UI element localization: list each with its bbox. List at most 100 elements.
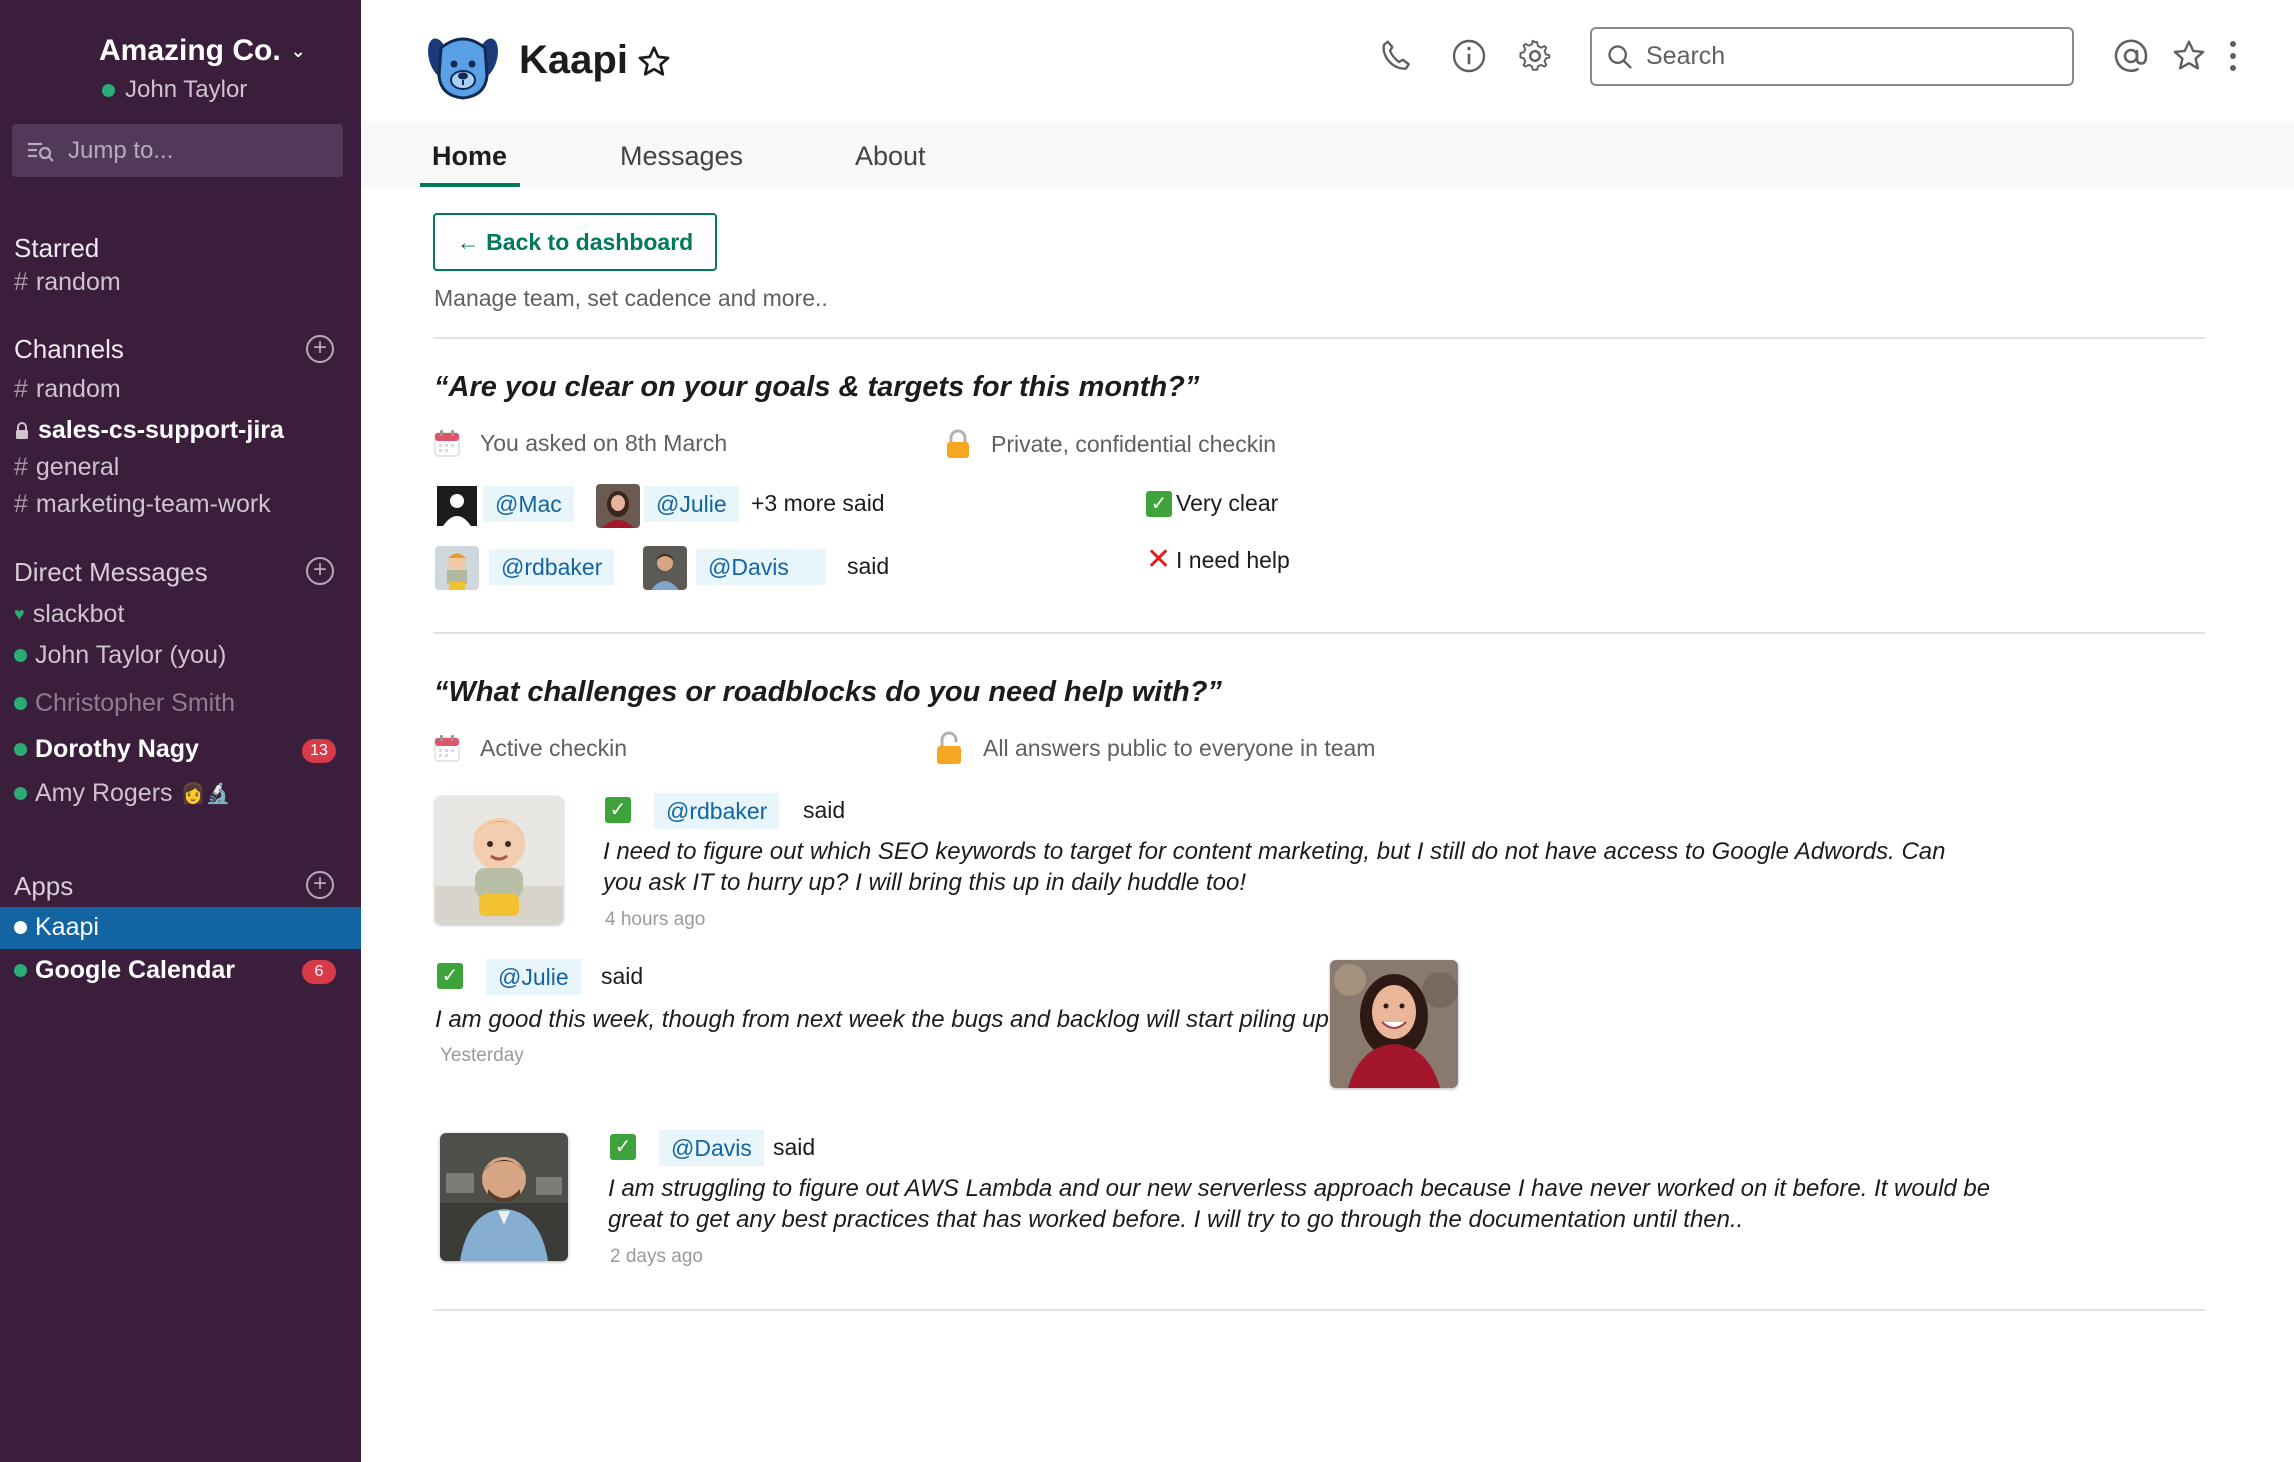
star-icon[interactable] bbox=[636, 44, 672, 80]
mention-rdbaker[interactable]: @rdbaker bbox=[489, 549, 615, 585]
dm-label: Dorothy Nagy bbox=[35, 735, 199, 763]
starred-item-random[interactable]: # random bbox=[14, 268, 121, 297]
dm-item-slackbot[interactable]: ♥ slackbot bbox=[14, 600, 124, 629]
response-text-line: great to get any best practices that has… bbox=[608, 1206, 1744, 1233]
channel-header: Kaapi Search bbox=[361, 0, 2294, 121]
dm-item-john-taylor[interactable]: John Taylor (you) bbox=[14, 641, 226, 670]
response-text-line: I am good this week, though from next we… bbox=[435, 1006, 1329, 1033]
section-channels[interactable]: Channels bbox=[14, 334, 124, 365]
cross-icon: ✕ bbox=[1146, 543, 1172, 576]
add-app-button[interactable]: + bbox=[306, 871, 334, 899]
jump-search-icon bbox=[28, 142, 54, 162]
online-status-icon bbox=[14, 964, 27, 977]
mention-julie[interactable]: @Julie bbox=[486, 959, 581, 995]
saved-star-icon[interactable] bbox=[2171, 38, 2207, 74]
check-icon: ✓ bbox=[437, 963, 463, 989]
calendar-icon bbox=[434, 735, 460, 762]
mentions-icon[interactable] bbox=[2113, 38, 2149, 74]
section-direct-messages[interactable]: Direct Messages bbox=[14, 557, 208, 588]
phone-icon[interactable] bbox=[1378, 38, 1414, 74]
more-options-icon[interactable] bbox=[2223, 38, 2243, 74]
search-placeholder: Search bbox=[1646, 42, 1726, 70]
app-label: Google Calendar bbox=[35, 956, 236, 984]
avatar-mac[interactable] bbox=[435, 484, 479, 528]
unread-badge: 13 bbox=[302, 739, 336, 763]
lock-icon bbox=[16, 421, 28, 439]
mention-davis[interactable]: @Davis bbox=[696, 549, 826, 585]
current-user[interactable]: John Taylor bbox=[102, 76, 247, 104]
channel-item-random[interactable]: # random bbox=[14, 375, 121, 404]
page-title: Kaapi bbox=[519, 38, 628, 82]
avatar-rdbaker[interactable] bbox=[435, 546, 479, 590]
said-text: said bbox=[803, 797, 846, 823]
checkin-asked-date: You asked on 8th March bbox=[480, 429, 728, 456]
channel-item-sales-cs-support-jira[interactable]: sales-cs-support-jira bbox=[14, 416, 284, 445]
calendar-icon bbox=[434, 430, 460, 457]
mention-davis[interactable]: @Davis bbox=[659, 1130, 764, 1166]
online-status-icon bbox=[14, 787, 27, 800]
page-subtitle: Manage team, set cadence and more.. bbox=[434, 285, 828, 311]
chevron-down-icon: ⌄ bbox=[290, 40, 306, 61]
channel-label: random bbox=[35, 268, 121, 296]
avatar-davis-large[interactable] bbox=[440, 1133, 568, 1261]
checkin-privacy-text: Private, confidential checkin bbox=[991, 430, 1277, 457]
online-status-icon bbox=[14, 649, 27, 662]
response-text-line: I am struggling to figure out AWS Lambda… bbox=[608, 1175, 1991, 1202]
divider bbox=[433, 1309, 2205, 1311]
dm-item-christopher-smith[interactable]: Christopher Smith bbox=[14, 689, 235, 718]
avatar-julie-large[interactable] bbox=[1330, 960, 1458, 1088]
channel-item-general[interactable]: # general bbox=[14, 453, 119, 482]
section-apps[interactable]: Apps bbox=[14, 871, 73, 902]
kaapi-dog-logo-icon bbox=[428, 37, 498, 100]
channel-label: random bbox=[35, 375, 121, 403]
workspace-switcher[interactable]: Amazing Co. ⌄ bbox=[99, 34, 306, 68]
add-channel-button[interactable]: + bbox=[306, 335, 334, 363]
mention-mac[interactable]: @Mac bbox=[483, 486, 574, 522]
channel-item-marketing-team-work[interactable]: # marketing-team-work bbox=[14, 490, 271, 519]
checkin-status-meta: Active checkin bbox=[434, 734, 627, 762]
channel-label: sales-cs-support-jira bbox=[38, 416, 284, 444]
said-text: said bbox=[601, 963, 644, 989]
app-item-kaapi[interactable]: Kaapi bbox=[14, 913, 99, 942]
avatar-julie[interactable] bbox=[596, 484, 640, 528]
dm-label: Christopher Smith bbox=[35, 689, 236, 717]
response-timestamp: Yesterday bbox=[440, 1045, 524, 1066]
jump-to-input[interactable]: Jump to... bbox=[12, 124, 343, 177]
checkin-privacy-text: All answers public to everyone in team bbox=[983, 734, 1376, 761]
gear-icon[interactable] bbox=[1517, 38, 1553, 74]
dm-label: slackbot bbox=[32, 600, 125, 628]
unread-badge: 6 bbox=[302, 960, 336, 984]
avatar-davis[interactable] bbox=[643, 546, 687, 590]
lock-closed-icon bbox=[947, 429, 969, 458]
jump-to-placeholder: Jump to... bbox=[68, 136, 174, 164]
checkin-date-meta: You asked on 8th March bbox=[434, 429, 727, 457]
add-dm-button[interactable]: + bbox=[306, 557, 334, 585]
online-status-icon bbox=[14, 921, 27, 934]
sidebar: Amazing Co. ⌄ John Taylor Jump to... Sta… bbox=[0, 0, 361, 1462]
dm-item-dorothy-nagy[interactable]: Dorothy Nagy bbox=[14, 735, 199, 764]
mention-julie[interactable]: @Julie bbox=[644, 486, 739, 522]
tab-home[interactable]: Home bbox=[432, 141, 507, 172]
tab-bar: Home Messages About bbox=[361, 121, 2294, 187]
search-input[interactable]: Search bbox=[1590, 27, 2074, 86]
checkin-status-text: Active checkin bbox=[480, 734, 628, 761]
checkin-privacy-meta: All answers public to everyone in team bbox=[935, 730, 1375, 766]
said-text: said bbox=[773, 1134, 816, 1160]
back-to-dashboard-button[interactable]: ← Back to dashboard bbox=[433, 213, 717, 271]
response-timestamp: 2 days ago bbox=[610, 1246, 703, 1267]
heart-icon: ♥ bbox=[14, 604, 25, 624]
section-starred[interactable]: Starred bbox=[14, 233, 99, 264]
online-status-icon bbox=[102, 83, 115, 97]
avatar-rdbaker-large[interactable] bbox=[435, 796, 563, 924]
response-text-line: I need to figure out which SEO keywords … bbox=[603, 838, 1946, 865]
dm-item-amy-rogers[interactable]: Amy Rogers 👩🔬 bbox=[14, 779, 230, 808]
tab-messages[interactable]: Messages bbox=[620, 141, 743, 172]
emoji-status-icon: 👩🔬 bbox=[180, 783, 231, 805]
info-icon[interactable] bbox=[1451, 38, 1487, 74]
tab-about[interactable]: About bbox=[855, 141, 926, 172]
answer-need-help: I need help bbox=[1176, 547, 1290, 573]
mention-rdbaker[interactable]: @rdbaker bbox=[654, 793, 780, 829]
search-icon bbox=[1608, 44, 1632, 69]
divider bbox=[433, 337, 2205, 339]
app-item-google-calendar[interactable]: Google Calendar bbox=[14, 956, 235, 985]
